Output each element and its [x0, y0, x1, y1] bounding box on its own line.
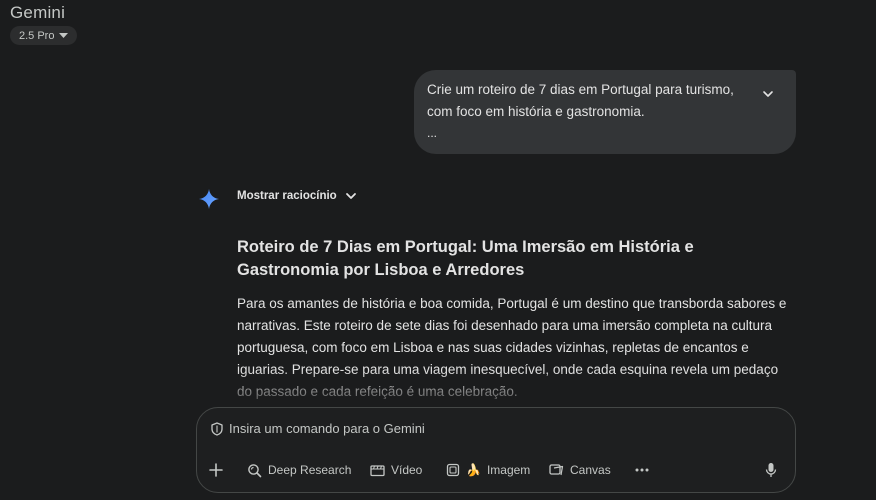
caret-down-icon	[59, 32, 69, 38]
deep-research-button[interactable]: Deep Research	[247, 457, 351, 483]
banana-icon: 🍌	[466, 463, 481, 477]
deep-research-label: Deep Research	[268, 463, 352, 477]
image-button[interactable]: 🍌 Imagem	[446, 457, 530, 483]
chevron-down-icon	[763, 91, 773, 97]
composer-toolbar: Deep Research Vídeo 🍌 Imagem Canvas	[207, 457, 785, 483]
expand-message-button[interactable]	[758, 84, 778, 104]
chevron-down-icon	[345, 193, 356, 199]
user-message-ellipsis: ...	[427, 126, 438, 140]
add-button[interactable]	[209, 457, 223, 483]
model-selector[interactable]: 2.5 Pro	[10, 26, 78, 45]
model-label: 2.5 Pro	[19, 29, 55, 42]
prompt-input-row[interactable]: Insira um comando para o Gemini	[211, 421, 425, 436]
prompt-input[interactable]: Insira um comando para o Gemini	[229, 421, 425, 436]
show-reasoning-button[interactable]: Mostrar raciocínio	[237, 190, 357, 202]
app-title: Gemini	[10, 3, 66, 22]
image-label: Imagem	[486, 463, 531, 477]
canvas-button[interactable]: Canvas	[549, 457, 611, 483]
prompt-composer[interactable]: Insira um comando para o Gemini Deep Res…	[196, 407, 796, 493]
canvas-icon	[549, 464, 564, 476]
user-message-text: Crie um roteiro de 7 dias em Portugal pa…	[427, 82, 734, 119]
more-tools-button[interactable]	[635, 457, 649, 483]
response-body: Para os amantes de história e boa comida…	[237, 296, 787, 399]
canvas-label: Canvas	[570, 463, 611, 477]
video-icon	[370, 464, 385, 476]
image-icon	[446, 463, 460, 477]
shield-icon	[211, 421, 223, 436]
deep-research-icon	[248, 463, 262, 477]
response-title: Roteiro de 7 Dias em Portugal: Uma Imers…	[237, 238, 694, 279]
gemini-sparkle-icon	[199, 189, 219, 209]
microphone-button[interactable]	[765, 457, 777, 483]
more-horizontal-icon	[635, 468, 649, 472]
video-label: Vídeo	[391, 463, 423, 477]
user-message-bubble: Crie um roteiro de 7 dias em Portugal pa…	[414, 70, 796, 154]
show-reasoning-label: Mostrar raciocínio	[237, 190, 337, 202]
gemini-app: Gemini 2.5 Pro Crie um roteiro de 7 dias…	[0, 0, 876, 500]
plus-icon	[209, 463, 223, 477]
microphone-icon	[765, 463, 777, 477]
video-button[interactable]: Vídeo	[370, 457, 422, 483]
